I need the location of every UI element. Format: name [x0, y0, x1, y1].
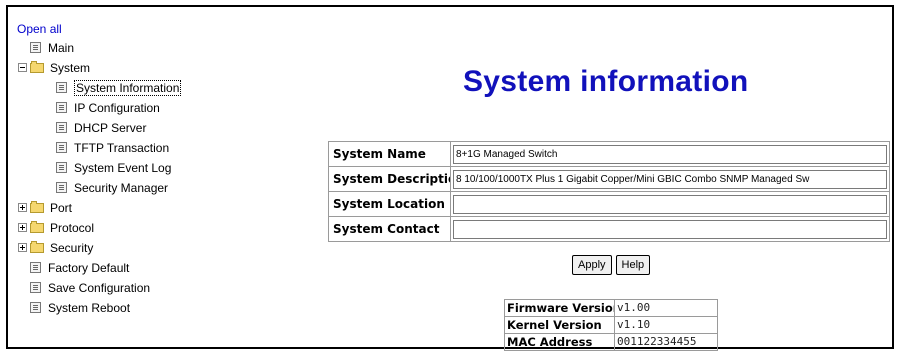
folder-icon [30, 220, 44, 233]
expand-icon[interactable] [18, 203, 27, 213]
page-icon [30, 262, 41, 274]
tree-item-main[interactable]: Main [18, 37, 181, 57]
kernel-version-label: Kernel Version [505, 317, 615, 333]
mac-address-label: MAC Address [505, 334, 615, 350]
tree-item-system[interactable]: System [18, 57, 181, 77]
folder-open-icon [30, 60, 44, 73]
tree-item-security[interactable]: Security [18, 237, 181, 257]
system-name-input[interactable] [453, 145, 887, 164]
page-icon [56, 182, 67, 194]
info-row-firmware-version: Firmware Version v1.00 [505, 300, 717, 317]
page-title: System information [463, 65, 749, 98]
system-contact-input[interactable] [453, 220, 887, 239]
system-location-label: System Location [329, 192, 451, 216]
page-icon [56, 142, 67, 154]
page-icon [56, 122, 67, 134]
tree-item-save-configuration[interactable]: Save Configuration [18, 277, 181, 297]
form-row-system-name: System Name [329, 142, 889, 167]
form-row-system-contact: System Contact [329, 217, 889, 241]
info-row-kernel-version: Kernel Version v1.10 [505, 317, 717, 334]
collapse-icon[interactable] [18, 63, 27, 73]
tree-item-tftp-transaction[interactable]: TFTP Transaction [18, 137, 181, 157]
system-description-label: System Description [329, 167, 451, 191]
tree-item-system-reboot[interactable]: System Reboot [18, 297, 181, 317]
folder-icon [30, 240, 44, 253]
system-info-form: System Name System Description System Lo… [328, 141, 890, 242]
nav-tree: Open all Main System System Information … [17, 21, 182, 317]
kernel-version-value: v1.10 [617, 318, 651, 331]
page-icon [30, 42, 41, 54]
apply-button[interactable]: Apply [572, 255, 612, 275]
system-description-input[interactable] [453, 170, 887, 189]
mac-address-value: 001122334455 [617, 335, 697, 348]
info-row-mac-address: MAC Address 001122334455 [505, 334, 717, 350]
system-contact-label: System Contact [329, 217, 451, 241]
tree-item-system-information[interactable]: System Information [18, 77, 182, 97]
form-row-system-description: System Description [329, 167, 889, 192]
tree-item-ip-configuration[interactable]: IP Configuration [18, 97, 181, 117]
form-row-system-location: System Location [329, 192, 889, 217]
form-buttons: Apply Help [572, 255, 651, 275]
open-all-link[interactable]: Open all [17, 21, 181, 37]
tree-item-system-event-log[interactable]: System Event Log [18, 157, 181, 177]
tree-item-security-manager[interactable]: Security Manager [18, 177, 181, 197]
tree-item-port[interactable]: Port [18, 197, 181, 217]
page-icon [56, 82, 67, 94]
system-name-label: System Name [329, 142, 451, 166]
expand-icon[interactable] [18, 223, 27, 233]
version-info-table: Firmware Version v1.00 Kernel Version v1… [504, 299, 718, 351]
firmware-version-value: v1.00 [617, 301, 651, 314]
page-icon [56, 102, 67, 114]
tree-item-protocol[interactable]: Protocol [18, 217, 181, 237]
folder-icon [30, 200, 44, 213]
page-icon [30, 302, 41, 314]
expand-icon[interactable] [18, 243, 27, 253]
page-icon [56, 162, 67, 174]
system-location-input[interactable] [453, 195, 887, 214]
tree-item-factory-default[interactable]: Factory Default [18, 257, 181, 277]
tree-item-dhcp-server[interactable]: DHCP Server [18, 117, 181, 137]
main-frame: Open all Main System System Information … [6, 5, 894, 351]
firmware-version-label: Firmware Version [507, 300, 615, 316]
help-button[interactable]: Help [615, 255, 651, 275]
page-icon [30, 282, 41, 294]
